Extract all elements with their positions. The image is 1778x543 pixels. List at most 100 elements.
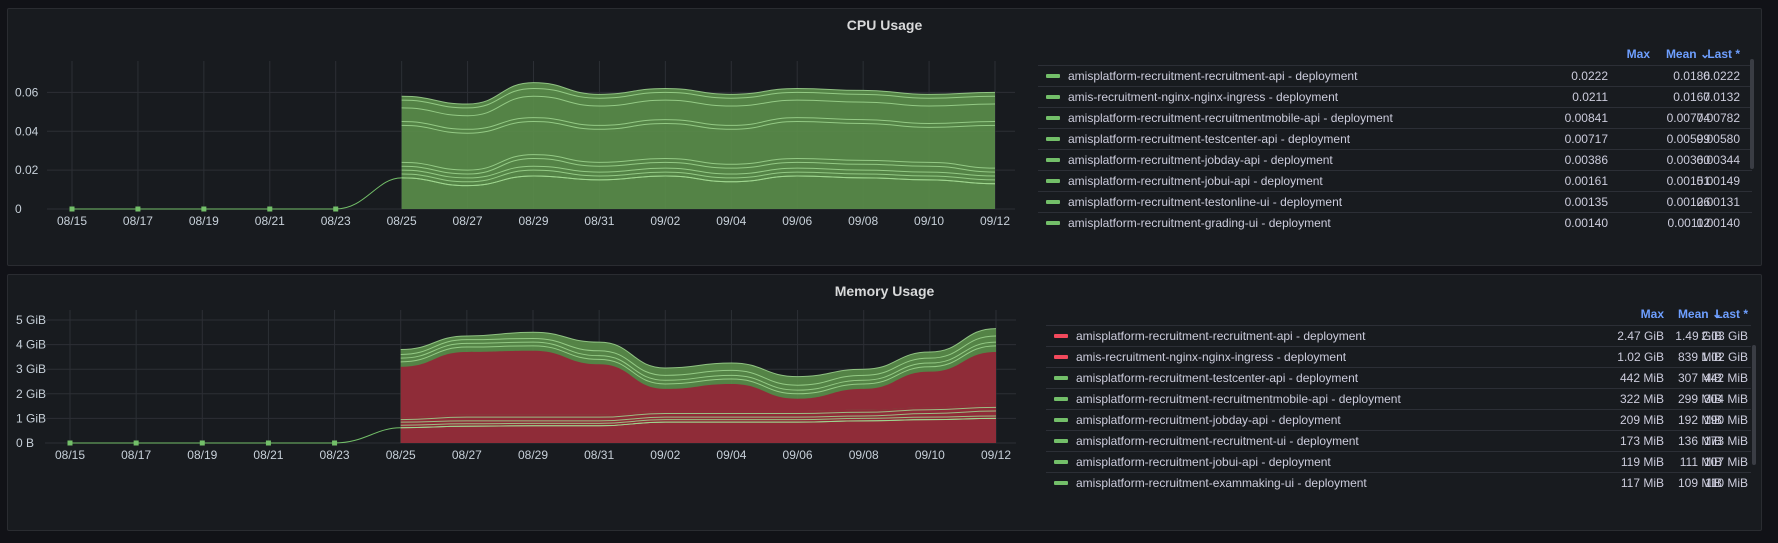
legend-row[interactable]: amisplatform-recruitment-testcenter-api …: [1046, 367, 1751, 388]
x-tick-label: 08/31: [584, 448, 614, 462]
legend-last-value: 2.03 GiB: [1701, 329, 1748, 343]
legend-color-swatch[interactable]: [1054, 334, 1068, 338]
legend-last-value: 304 MiB: [1703, 392, 1748, 406]
legend-color-swatch[interactable]: [1046, 95, 1060, 99]
legend-row[interactable]: amis-recruitment-nginx-nginx-ingress - d…: [1038, 86, 1752, 107]
legend-max-value: 0.00140: [1564, 216, 1608, 230]
legend-row[interactable]: amisplatform-recruitment-recruitment-api…: [1046, 325, 1751, 346]
legend-row[interactable]: amisplatform-recruitment-recruitmentmobi…: [1038, 107, 1752, 128]
legend-color-swatch[interactable]: [1046, 158, 1060, 162]
legend-scrollbar[interactable]: [1750, 59, 1754, 169]
legend-color-swatch[interactable]: [1046, 179, 1060, 183]
legend-series-name[interactable]: amisplatform-recruitment-grading-ui - de…: [1068, 216, 1331, 230]
y-tick-label: 3 GiB: [16, 362, 46, 376]
legend-color-swatch[interactable]: [1054, 460, 1068, 464]
cpu-usage-chart[interactable]: 08/15 08/17 08/19 08/21 08/23 08/25 08/27 08/29…: [8, 9, 1038, 267]
x-tick-label: 08/27: [452, 448, 482, 462]
legend-last-value: 0.00782: [1696, 111, 1740, 125]
legend-series-name[interactable]: amisplatform-recruitment-jobui-api - dep…: [1076, 455, 1331, 469]
data-point: [265, 440, 271, 446]
memory-usage-chart[interactable]: 08/15 08/17 08/19 08/21 08/23 08/25 08/27 08/29…: [8, 275, 1048, 532]
legend-row[interactable]: amisplatform-recruitment-recruitmentmobi…: [1046, 388, 1751, 409]
legend-max-value: 0.00161: [1564, 174, 1608, 188]
legend-last-value: 0.00344: [1696, 153, 1740, 167]
legend-series-name[interactable]: amisplatform-recruitment-jobday-api - de…: [1068, 153, 1333, 167]
x-tick-label: 09/10: [915, 448, 945, 462]
legend-color-swatch[interactable]: [1054, 355, 1068, 359]
legend-row[interactable]: amisplatform-recruitment-testcenter-api …: [1038, 128, 1752, 149]
legend-last-value: 1.02 GiB: [1701, 350, 1748, 364]
legend-series-name[interactable]: amisplatform-recruitment-jobui-api - dep…: [1068, 174, 1323, 188]
legend-header-last[interactable]: Last *: [1678, 307, 1748, 325]
series-line: [335, 177, 402, 210]
legend-last-value: 0.0222: [1703, 69, 1740, 83]
legend-row[interactable]: amisplatform-recruitment-jobday-api - de…: [1038, 149, 1752, 170]
cpu-legend: Max Mean ⌄ Last * amisplatform-recruitme…: [1038, 47, 1752, 262]
data-point: [133, 440, 139, 446]
x-tick-label: 08/19: [189, 214, 219, 228]
x-tick-label: 08/29: [518, 448, 548, 462]
legend-row[interactable]: amisplatform-recruitment-jobui-api - dep…: [1038, 170, 1752, 191]
legend-color-swatch[interactable]: [1054, 439, 1068, 443]
legend-series-name[interactable]: amis-recruitment-nginx-nginx-ingress - d…: [1076, 350, 1346, 364]
legend-row[interactable]: amisplatform-recruitment-exammaking-ui -…: [1046, 472, 1751, 493]
x-tick-label: 08/25: [386, 448, 416, 462]
legend-series-name[interactable]: amisplatform-recruitment-testonline-ui -…: [1068, 195, 1342, 209]
legend-series-name[interactable]: amisplatform-recruitment-recruitmentmobi…: [1076, 392, 1401, 406]
y-tick-label: 0.02: [15, 163, 39, 177]
legend-series-name[interactable]: amisplatform-recruitment-testcenter-api …: [1076, 371, 1358, 385]
legend-last-value: 0.0132: [1703, 90, 1740, 104]
y-tick-label: 1 GiB: [16, 411, 46, 425]
y-tick-label: 5 GiB: [16, 313, 46, 327]
legend-row[interactable]: amisplatform-recruitment-recruitment-ui …: [1046, 430, 1751, 451]
x-tick-label: 08/15: [55, 448, 85, 462]
x-tick-label: 08/15: [57, 214, 87, 228]
legend-row[interactable]: amisplatform-recruitment-jobui-api - dep…: [1046, 451, 1751, 472]
legend-series-name[interactable]: amisplatform-recruitment-recruitment-api…: [1068, 69, 1357, 83]
legend-color-swatch[interactable]: [1054, 481, 1068, 485]
legend-last-value: 107 MiB: [1703, 455, 1748, 469]
legend-last-value: 110 MiB: [1704, 476, 1748, 490]
legend-color-swatch[interactable]: [1046, 137, 1060, 141]
legend-header-last[interactable]: Last *: [1670, 47, 1740, 65]
x-tick-label: 09/10: [914, 214, 944, 228]
x-tick-label: 09/04: [716, 214, 746, 228]
legend-color-swatch[interactable]: [1046, 200, 1060, 204]
y-tick-label: 2 GiB: [16, 387, 46, 401]
legend-series-name[interactable]: amisplatform-recruitment-recruitmentmobi…: [1068, 111, 1393, 125]
legend-last-value: 0.00149: [1696, 174, 1740, 188]
legend-row[interactable]: amisplatform-recruitment-recruitment-api…: [1038, 65, 1752, 86]
memory-legend: Max Mean ⌄ Last * amisplatform-recruitme…: [1046, 307, 1751, 527]
legend-row[interactable]: amis-recruitment-nginx-nginx-ingress - d…: [1046, 346, 1751, 367]
legend-color-swatch[interactable]: [1046, 221, 1060, 225]
legend-series-name[interactable]: amisplatform-recruitment-jobday-api - de…: [1076, 413, 1341, 427]
series-area: [401, 82, 996, 209]
legend-color-swatch[interactable]: [1054, 418, 1068, 422]
x-tick-label: 09/06: [783, 448, 813, 462]
legend-scrollbar[interactable]: [1752, 345, 1756, 465]
legend-color-swatch[interactable]: [1054, 376, 1068, 380]
legend-series-name[interactable]: amisplatform-recruitment-recruitment-api…: [1076, 329, 1365, 343]
x-tick-label: 08/17: [123, 214, 153, 228]
x-tick-label: 09/04: [716, 448, 746, 462]
legend-series-name[interactable]: amis-recruitment-nginx-nginx-ingress - d…: [1068, 90, 1338, 104]
legend-last-value: 173 MiB: [1703, 434, 1748, 448]
legend-color-swatch[interactable]: [1046, 74, 1060, 78]
legend-color-swatch[interactable]: [1054, 397, 1068, 401]
legend-color-swatch[interactable]: [1046, 116, 1060, 120]
x-tick-label: 08/27: [453, 214, 483, 228]
legend-series-name[interactable]: amisplatform-recruitment-recruitment-ui …: [1076, 434, 1359, 448]
y-tick-label: 0.06: [15, 85, 39, 99]
legend-series-name[interactable]: amisplatform-recruitment-exammaking-ui -…: [1076, 476, 1367, 490]
y-tick-label: 0: [15, 202, 22, 216]
legend-row[interactable]: amisplatform-recruitment-jobday-api - de…: [1046, 409, 1751, 430]
cpu-usage-panel: CPU Usage 08/15 08/17 08/19 08/21 08/23 08/25…: [7, 8, 1762, 266]
x-tick-label: 09/02: [650, 214, 680, 228]
x-tick-label: 09/12: [980, 214, 1010, 228]
legend-max-value: 0.00135: [1564, 195, 1608, 209]
legend-series-name[interactable]: amisplatform-recruitment-testcenter-api …: [1068, 132, 1350, 146]
x-tick-label: 09/02: [650, 448, 680, 462]
legend-row[interactable]: amisplatform-recruitment-grading-ui - de…: [1038, 212, 1752, 233]
x-tick-label: 08/19: [187, 448, 217, 462]
legend-row[interactable]: amisplatform-recruitment-testonline-ui -…: [1038, 191, 1752, 212]
